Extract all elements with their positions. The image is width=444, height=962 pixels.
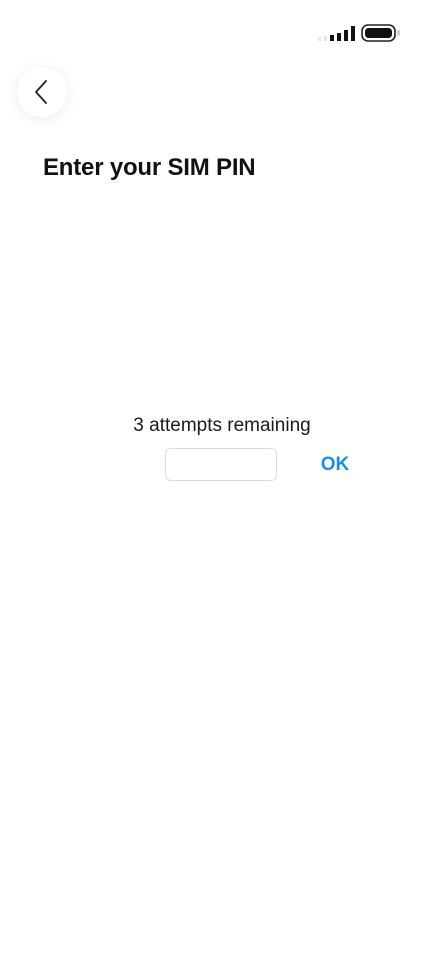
page-title: Enter your SIM PIN [43, 154, 256, 181]
ok-button[interactable]: OK [313, 450, 357, 480]
back-button[interactable] [17, 67, 67, 117]
sim-pin-input[interactable] [165, 448, 277, 481]
chevron-left-icon [35, 80, 47, 104]
signal-bars-icon [318, 26, 355, 41]
attempts-remaining-text: 3 attempts remaining [133, 415, 311, 436]
battery-icon [361, 24, 400, 42]
status-bar [0, 0, 444, 50]
